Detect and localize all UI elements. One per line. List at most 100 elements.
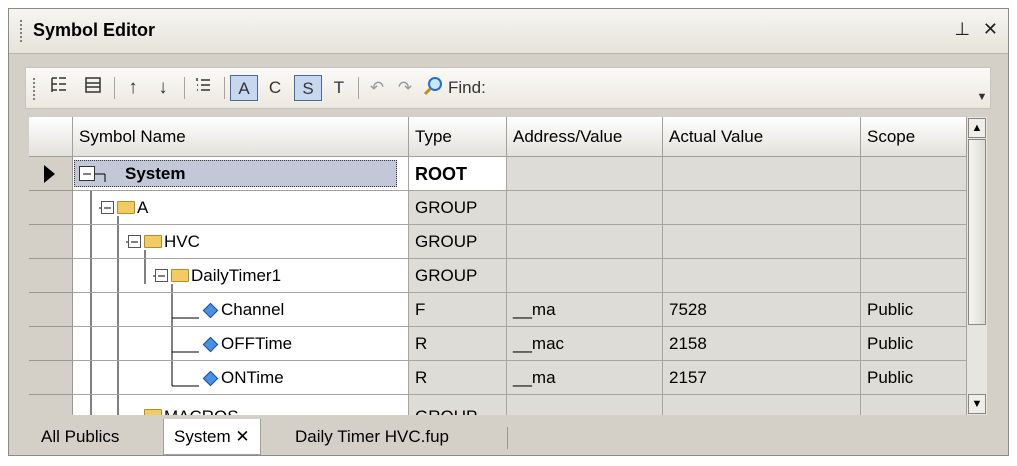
cell-symbol-name[interactable]: HVC <box>73 225 409 259</box>
cell-scope[interactable] <box>861 395 967 415</box>
cell-address[interactable] <box>507 191 663 225</box>
symbol-editor-window: Symbol Editor ⊥ ✕ ↑ ↓ A C S T ↶ ↷ Find: … <box>8 8 1009 456</box>
cell-address[interactable] <box>507 259 663 293</box>
cell-type[interactable]: R <box>409 327 507 361</box>
undo-icon[interactable]: ↶ <box>364 75 390 101</box>
cell-scope[interactable]: Public <box>861 327 967 361</box>
cell-type[interactable]: R <box>409 361 507 395</box>
cell-address[interactable] <box>507 225 663 259</box>
cell-scope[interactable] <box>861 225 967 259</box>
cell-actual-value[interactable]: 7528 <box>663 293 861 327</box>
find-label: Find: <box>448 78 486 97</box>
cell-address[interactable]: __mac <box>507 327 663 361</box>
tree-view-icon[interactable] <box>46 75 72 101</box>
cell-address[interactable] <box>507 395 663 415</box>
symbol-icon <box>202 336 219 353</box>
row-header[interactable] <box>29 395 73 415</box>
sort-icon[interactable] <box>190 75 216 101</box>
cell-actual-value[interactable]: 2158 <box>663 327 861 361</box>
vertical-scrollbar[interactable]: ▲ ▼ <box>967 117 987 415</box>
toolbar-separator <box>224 77 225 99</box>
table-row[interactable]: MACROS GROUP <box>29 395 987 415</box>
row-header[interactable] <box>29 361 73 395</box>
cell-scope[interactable] <box>861 191 967 225</box>
table-row[interactable]: A GROUP <box>29 191 987 225</box>
cell-type[interactable]: ROOT <box>409 157 507 191</box>
folder-icon <box>171 269 189 282</box>
cell-actual-value[interactable] <box>663 191 861 225</box>
cell-symbol-name[interactable]: Channel <box>73 293 409 327</box>
tab-system[interactable]: System ✕ <box>163 419 261 455</box>
symbol-table: Symbol Name Type Address/Value Actual Va… <box>29 117 987 415</box>
collapse-icon[interactable] <box>101 201 115 215</box>
scroll-up-icon[interactable]: ▲ <box>968 118 986 138</box>
row-header[interactable] <box>29 327 73 361</box>
cell-symbol-name[interactable]: MACROS <box>73 395 409 415</box>
cell-symbol-name[interactable]: DailyTimer1 <box>73 259 409 293</box>
column-header-type[interactable]: Type <box>409 117 507 157</box>
cell-scope[interactable] <box>861 259 967 293</box>
table-row[interactable]: OFFTime R __mac 2158 Public <box>29 327 987 361</box>
cell-actual-value[interactable] <box>663 157 861 191</box>
drag-grip[interactable] <box>19 19 23 43</box>
cell-type[interactable]: F <box>409 293 507 327</box>
symbol-name-label: DailyTimer1 <box>191 266 282 285</box>
cell-type[interactable]: GROUP <box>409 225 507 259</box>
filter-t-button[interactable]: T <box>326 75 352 101</box>
collapse-icon[interactable] <box>155 269 169 283</box>
cell-scope[interactable] <box>861 157 967 191</box>
search-icon[interactable] <box>420 75 446 101</box>
cell-type[interactable]: GROUP <box>409 395 507 415</box>
symbol-name-label: MACROS <box>164 400 239 415</box>
table-row[interactable]: System ROOT <box>29 157 987 191</box>
cell-address[interactable]: __ma <box>507 293 663 327</box>
cell-type[interactable]: GROUP <box>409 191 507 225</box>
row-header[interactable] <box>29 157 73 191</box>
cell-scope[interactable]: Public <box>861 361 967 395</box>
close-icon[interactable]: ✕ <box>983 19 998 40</box>
cell-actual-value[interactable] <box>663 225 861 259</box>
cell-actual-value[interactable]: 2157 <box>663 361 861 395</box>
cell-address[interactable] <box>507 157 663 191</box>
column-header-scope[interactable]: Scope <box>861 117 967 157</box>
cell-scope[interactable]: Public <box>861 293 967 327</box>
redo-icon[interactable]: ↷ <box>392 75 418 101</box>
row-header[interactable] <box>29 259 73 293</box>
scroll-down-icon[interactable]: ▼ <box>968 394 986 414</box>
symbol-icon <box>202 370 219 387</box>
table-row[interactable]: HVC GROUP <box>29 225 987 259</box>
filter-s-button[interactable]: S <box>294 75 322 101</box>
cell-symbol-name[interactable]: OFFTime <box>73 327 409 361</box>
table-row[interactable]: ONTime R __ma 2157 Public <box>29 361 987 395</box>
scroll-thumb[interactable] <box>968 139 986 325</box>
row-header[interactable] <box>29 191 73 225</box>
collapse-icon[interactable] <box>128 235 142 249</box>
collapse-icon[interactable] <box>79 166 111 182</box>
cell-symbol-name[interactable]: ONTime <box>73 361 409 395</box>
tab-all-publics[interactable]: All Publics <box>31 419 129 455</box>
row-header[interactable] <box>29 225 73 259</box>
filter-a-button[interactable]: A <box>230 75 258 101</box>
cell-symbol-name[interactable]: System <box>73 157 409 191</box>
row-header[interactable] <box>29 293 73 327</box>
move-down-icon[interactable]: ↓ <box>150 75 176 101</box>
symbol-icon <box>202 302 219 319</box>
list-view-icon[interactable] <box>80 75 106 101</box>
filter-c-button[interactable]: C <box>262 75 288 101</box>
cell-actual-value[interactable] <box>663 259 861 293</box>
cell-address[interactable]: __ma <box>507 361 663 395</box>
toolbar-overflow-icon[interactable]: ▼ <box>976 80 988 104</box>
table-row[interactable]: DailyTimer1 GROUP <box>29 259 987 293</box>
pin-icon[interactable]: ⊥ <box>954 19 970 40</box>
toolbar-grip[interactable] <box>32 77 36 101</box>
column-header-address-value[interactable]: Address/Value <box>507 117 663 157</box>
column-header-symbol-name[interactable]: Symbol Name <box>73 117 409 157</box>
table-row[interactable]: Channel F __ma 7528 Public <box>29 293 987 327</box>
move-up-icon[interactable]: ↑ <box>120 75 146 101</box>
tab-daily-timer-hvc[interactable]: Daily Timer HVC.fup <box>285 419 459 455</box>
cell-actual-value[interactable] <box>663 395 861 415</box>
column-header-actual-value[interactable]: Actual Value <box>663 117 861 157</box>
window-title: Symbol Editor <box>33 20 156 40</box>
cell-type[interactable]: GROUP <box>409 259 507 293</box>
cell-symbol-name[interactable]: A <box>73 191 409 225</box>
